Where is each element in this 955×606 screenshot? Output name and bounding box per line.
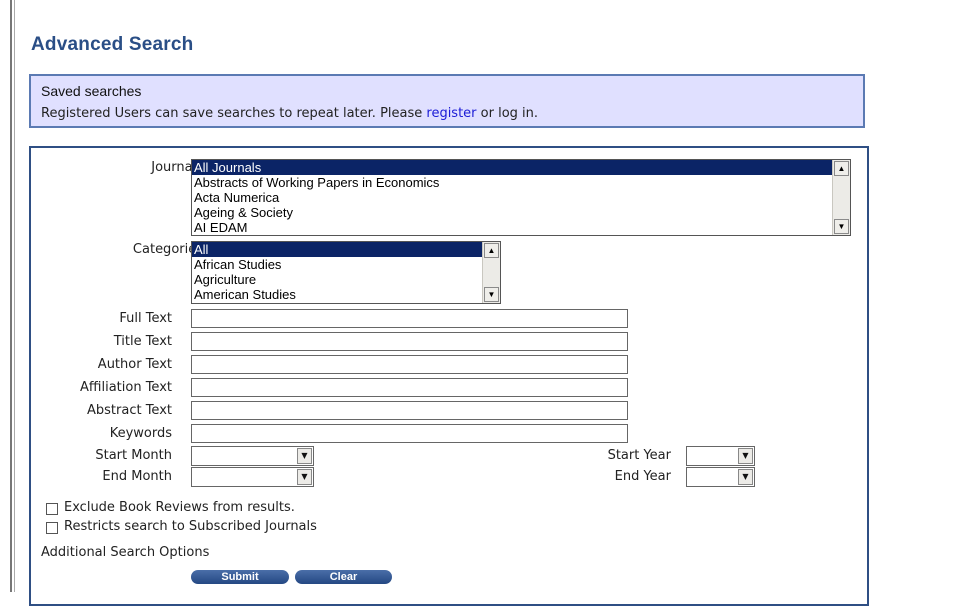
scroll-down-icon[interactable]: ▼ — [484, 287, 499, 302]
keywords-input[interactable] — [191, 424, 628, 443]
full-text-label: Full Text — [119, 311, 172, 326]
end-year-label: End Year — [614, 469, 671, 484]
start-year-select[interactable]: ▼ — [686, 446, 755, 466]
chevron-down-icon[interactable]: ▼ — [738, 469, 753, 485]
search-form: Journals All Journals Abstracts of Worki… — [29, 146, 869, 606]
scroll-up-icon[interactable]: ▲ — [484, 243, 499, 258]
keywords-label: Keywords — [109, 426, 172, 441]
chevron-down-icon[interactable]: ▼ — [297, 448, 312, 464]
category-option[interactable]: American Studies — [192, 287, 500, 302]
categories-scrollbar[interactable]: ▲ ▼ — [482, 242, 500, 303]
journal-option[interactable]: Acta Numerica — [192, 190, 850, 205]
submit-button[interactable]: Submit — [191, 570, 289, 584]
saved-text-before: Registered Users can save searches to re… — [41, 106, 427, 121]
left-border-inner — [14, 0, 15, 592]
categories-listbox[interactable]: All African Studies Agriculture American… — [191, 241, 501, 304]
full-text-input[interactable] — [191, 309, 628, 328]
title-text-label: Title Text — [113, 334, 172, 349]
exclude-reviews-checkbox[interactable] — [46, 503, 58, 515]
start-month-label: Start Month — [95, 448, 172, 463]
journals-label: Journals — [151, 160, 203, 175]
categories-label: Categories — [132, 242, 203, 257]
abstract-text-label: Abstract Text — [87, 403, 172, 418]
start-month-select[interactable]: ▼ — [191, 446, 314, 466]
register-link[interactable]: register — [426, 106, 476, 121]
journals-listbox[interactable]: All Journals Abstracts of Working Papers… — [191, 159, 851, 236]
scroll-down-icon[interactable]: ▼ — [834, 219, 849, 234]
author-text-input[interactable] — [191, 355, 628, 374]
journal-option[interactable]: Ageing & Society — [192, 205, 850, 220]
end-year-select[interactable]: ▼ — [686, 467, 755, 487]
end-month-select[interactable]: ▼ — [191, 467, 314, 487]
category-option[interactable]: African Studies — [192, 257, 500, 272]
abstract-text-input[interactable] — [191, 401, 628, 420]
start-year-label: Start Year — [607, 448, 671, 463]
journal-option[interactable]: Abstracts of Working Papers in Economics — [192, 175, 850, 190]
clear-button[interactable]: Clear — [295, 570, 392, 584]
page-title: Advanced Search — [31, 34, 194, 55]
subscribed-label: Restricts search to Subscribed Journals — [64, 519, 317, 534]
additional-search-options-link[interactable]: Additional Search Options — [41, 545, 209, 560]
saved-text-after: or log in. — [476, 106, 539, 121]
journals-scrollbar[interactable]: ▲ ▼ — [832, 160, 850, 235]
category-option[interactable]: Agriculture — [192, 272, 500, 287]
left-border — [10, 0, 12, 592]
saved-searches-text: Registered Users can save searches to re… — [41, 106, 538, 121]
chevron-down-icon[interactable]: ▼ — [297, 469, 312, 485]
exclude-reviews-label: Exclude Book Reviews from results. — [64, 500, 295, 515]
end-month-label: End Month — [102, 469, 172, 484]
title-text-input[interactable] — [191, 332, 628, 351]
author-text-label: Author Text — [97, 357, 172, 372]
category-option[interactable]: All — [192, 242, 500, 257]
affiliation-text-input[interactable] — [191, 378, 628, 397]
affiliation-text-label: Affiliation Text — [80, 380, 172, 395]
chevron-down-icon[interactable]: ▼ — [738, 448, 753, 464]
saved-searches-heading: Saved searches — [41, 83, 142, 99]
saved-searches-panel: Saved searches Registered Users can save… — [29, 74, 865, 128]
journal-option[interactable]: AI EDAM — [192, 220, 850, 235]
subscribed-checkbox[interactable] — [46, 522, 58, 534]
journal-option[interactable]: All Journals — [192, 160, 850, 175]
scroll-up-icon[interactable]: ▲ — [834, 161, 849, 176]
